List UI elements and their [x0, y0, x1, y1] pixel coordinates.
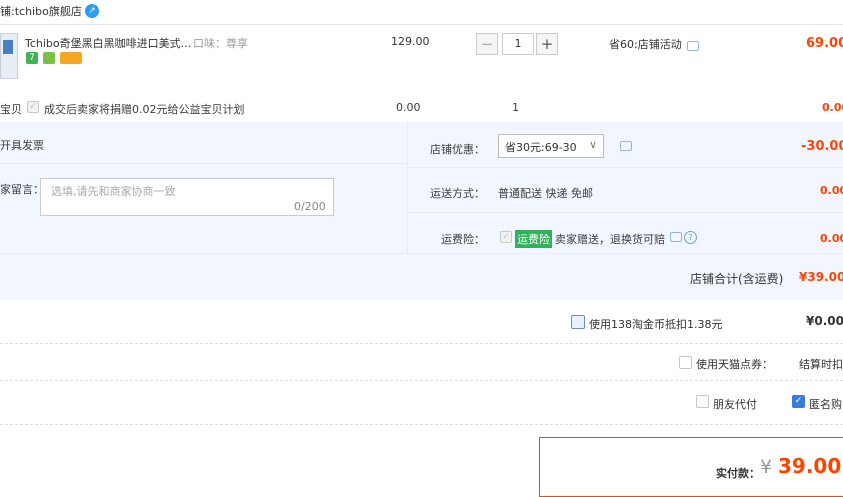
charity-qty: 1 — [512, 101, 519, 114]
discount-amount: -30.00 — [801, 139, 843, 154]
charity-price: 0.00 — [396, 101, 421, 114]
seven-day-return-icon: 7 — [26, 52, 38, 64]
promo-info-icon[interactable] — [687, 41, 699, 51]
discount-select[interactable]: 省30元:69-30 ∨ — [498, 134, 604, 158]
anonymous-text: 匿名购 — [809, 398, 842, 411]
discount-selected-value: 省30元:69-30 — [505, 141, 577, 154]
promo-label: 省60:店铺活动 — [609, 38, 682, 51]
friend-pay-text: 朋友代付 — [713, 398, 757, 411]
shop-name-label: 铺:tchibo旗舰店 — [0, 3, 82, 19]
product-thumbnail[interactable] — [0, 33, 18, 79]
insurance-text: 卖家赠送，退换货可赔 — [555, 233, 665, 246]
divider-1 — [0, 343, 843, 344]
panel-line-right-2 — [408, 212, 843, 213]
shop-total-label: 店铺合计(含运费) — [690, 272, 784, 286]
tmall-points-checkbox[interactable] — [679, 356, 692, 369]
insurance-amount: 0.00 — [820, 232, 843, 245]
pay-label: 实付款： — [716, 467, 760, 480]
discount-info-icon[interactable] — [620, 141, 632, 151]
insurance-checkbox: ✓ — [500, 231, 512, 243]
charity-left-label: 宝贝 — [0, 103, 22, 116]
message-label: 家留言： — [0, 183, 44, 196]
chat-bubble-icon[interactable]: ↗ — [85, 4, 99, 18]
guarantee-icon — [43, 52, 55, 64]
taobao-coin-checkbox[interactable] — [571, 315, 585, 329]
charity-text: 成交后卖家将捐赠0.02元给公益宝贝计划 — [44, 103, 245, 116]
unit-price: 129.00 — [391, 35, 430, 48]
friend-pay-checkbox[interactable] — [696, 395, 709, 408]
charity-subtotal: 0.00 — [822, 101, 843, 114]
message-textarea[interactable]: 选填,请先和商家协商一致 — [40, 178, 334, 216]
shop-prefix: 铺: — [0, 5, 15, 18]
charity-checkbox: ✓ — [27, 101, 39, 113]
item-subtotal: 69.00 — [806, 36, 843, 51]
invoice-label[interactable]: 开具发票 — [0, 137, 44, 153]
product-title-link[interactable]: Tchibo奇堡黑白黑咖啡进口美式... — [25, 35, 191, 51]
shipping-label: 运送方式： — [430, 187, 485, 200]
message-char-counter: 0/200 — [294, 200, 326, 213]
qty-decrease-button[interactable]: − — [476, 33, 498, 55]
insurance-label: 运费险： — [441, 233, 485, 246]
tmall-points-settle-text: 结算时扣 — [799, 358, 843, 371]
chevron-down-icon: ∨ — [588, 138, 597, 151]
help-icon[interactable]: ? — [684, 231, 697, 244]
qty-input[interactable]: 1 — [502, 33, 534, 55]
tmall-points-text: 使用天猫点券： — [696, 358, 773, 371]
taobao-coin-value: ¥0.00 — [806, 314, 843, 328]
panel-divider — [407, 122, 408, 253]
divider-2 — [0, 380, 843, 381]
credit-card-icon — [60, 52, 82, 64]
shop-name-link[interactable]: tchibo旗舰店 — [15, 5, 82, 18]
shipping-method: 普通配送 快递 免邮 — [498, 187, 593, 200]
insurance-badge: 运费险 — [515, 230, 552, 248]
pay-amount: 39.00 — [778, 454, 842, 478]
product-attribute: 口味：尊享 — [193, 37, 248, 50]
discount-label: 店铺优惠： — [430, 143, 485, 156]
panel-line-right-1 — [408, 167, 843, 168]
shop-total-value: ¥39.00 — [799, 270, 843, 284]
shipping-amount: 0.00 — [820, 184, 843, 197]
panel-line-bottom — [0, 253, 843, 254]
pay-currency: ¥ — [760, 456, 773, 478]
anonymous-checkbox[interactable]: ✓ — [792, 395, 805, 408]
panel-line-left — [0, 163, 407, 164]
qty-increase-button[interactable]: + — [536, 33, 558, 55]
divider-3 — [0, 424, 843, 425]
insurance-chat-icon[interactable] — [670, 232, 682, 242]
taobao-coin-text: 使用138淘金币抵扣1.38元 — [589, 318, 723, 331]
header-divider — [0, 24, 843, 25]
